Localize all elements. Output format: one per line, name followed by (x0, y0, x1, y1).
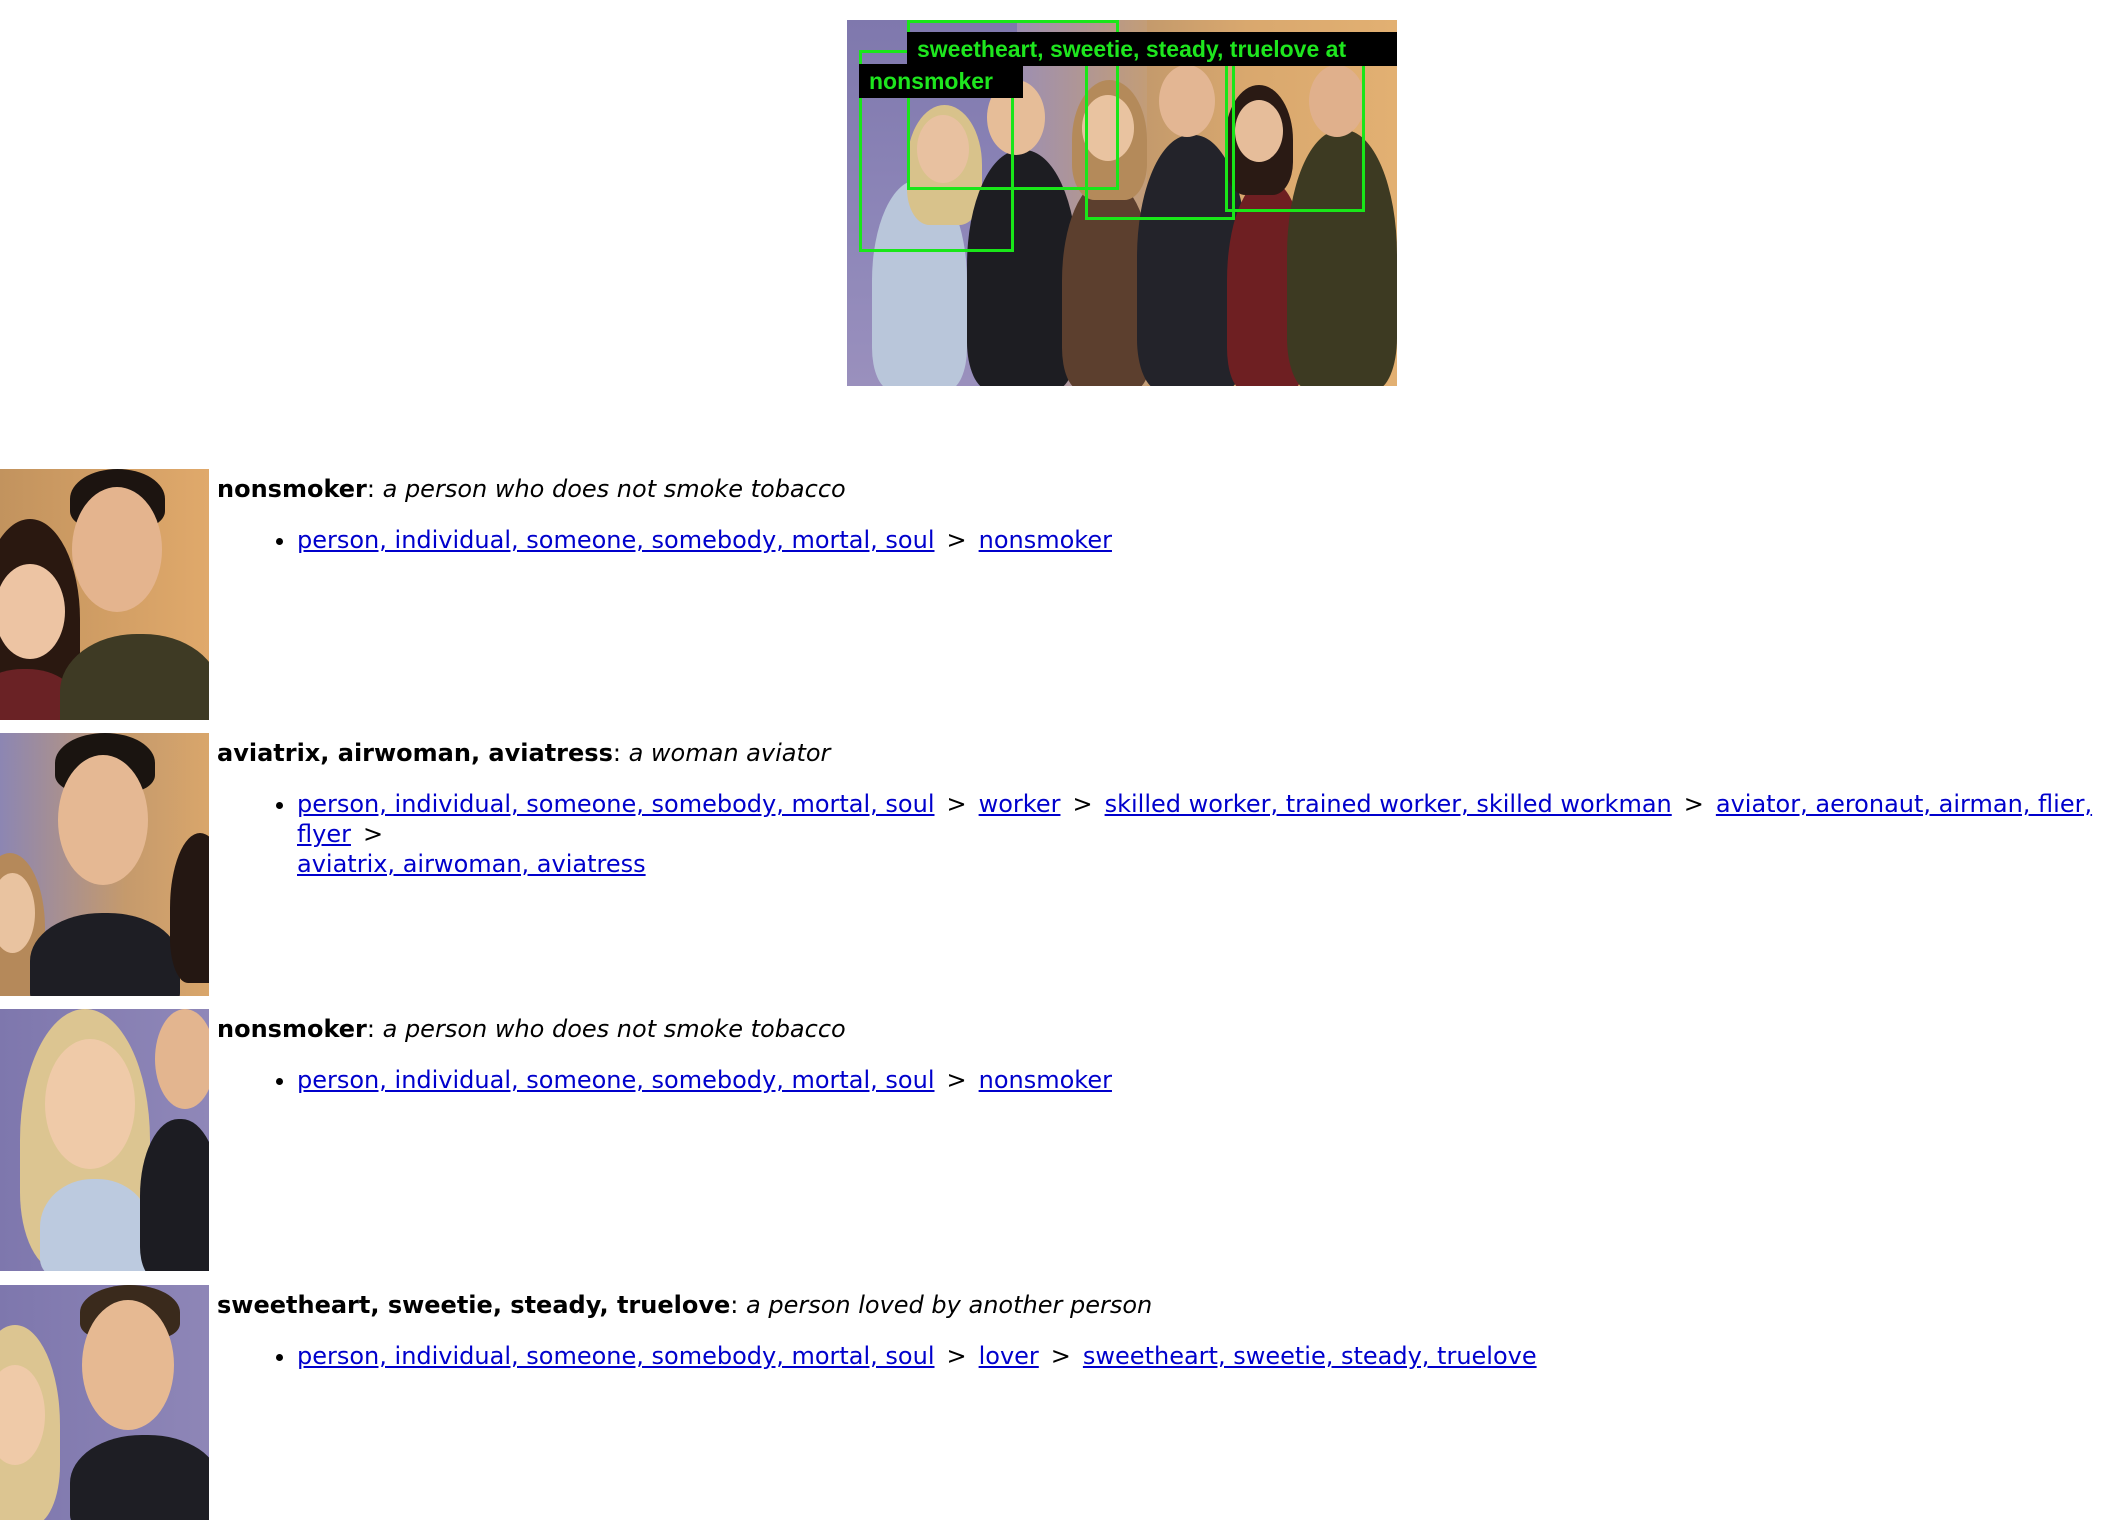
synset-entry: sweetheart, sweetie, steady, truelove: a… (217, 1289, 2128, 1371)
hypernym-path-list: person, individual, someone, somebody, m… (217, 1065, 2128, 1095)
hypernym-path-list: person, individual, someone, somebody, m… (217, 789, 2128, 879)
hypernym-path-list: person, individual, someone, somebody, m… (217, 525, 2128, 555)
synset-gloss: a person who does not smoke tobacco (382, 1015, 846, 1043)
synset-term: aviatrix, airwoman, aviatress (217, 739, 613, 767)
hypernym-link[interactable]: nonsmoker (979, 526, 1112, 554)
hypernym-link[interactable]: aviatrix, airwoman, aviatress (297, 850, 646, 878)
synset-entry: nonsmoker: a person who does not smoke t… (217, 473, 2128, 555)
detection-label-1: sweetheart, sweetie, steady, truelove at (907, 32, 1397, 66)
synset-heading: nonsmoker: a person who does not smoke t… (217, 475, 846, 503)
hypernym-link[interactable]: person, individual, someone, somebody, m… (297, 1342, 935, 1370)
synset-heading: nonsmoker: a person who does not smoke t… (217, 1015, 846, 1043)
detection-box-4 (1225, 56, 1365, 212)
synset-heading: aviatrix, airwoman, aviatress: a woman a… (217, 739, 831, 767)
synset-gloss: a woman aviator (628, 739, 831, 767)
hypernym-path: person, individual, someone, somebody, m… (297, 789, 2128, 879)
synset-heading: sweetheart, sweetie, steady, truelove: a… (217, 1291, 1153, 1319)
synset-term: nonsmoker (217, 475, 367, 503)
face-crop-thumbnail (0, 733, 209, 996)
synset-entry: aviatrix, airwoman, aviatress: a woman a… (217, 737, 2128, 879)
annotated-group-photo: sweetheart, sweetie, steady, truelove at… (847, 20, 1397, 386)
hypernym-link[interactable]: person, individual, someone, somebody, m… (297, 790, 935, 818)
hypernym-path: person, individual, someone, somebody, m… (297, 1065, 2128, 1095)
synset-term: nonsmoker (217, 1015, 367, 1043)
hypernym-link[interactable]: person, individual, someone, somebody, m… (297, 526, 935, 554)
hypernym-link[interactable]: person, individual, someone, somebody, m… (297, 1066, 935, 1094)
hypernym-link[interactable]: skilled worker, trained worker, skilled … (1105, 790, 1672, 818)
hypernym-link[interactable]: sweetheart, sweetie, steady, truelove (1083, 1342, 1537, 1370)
hypernym-link[interactable]: worker (979, 790, 1061, 818)
hypernym-link[interactable]: nonsmoker (979, 1066, 1112, 1094)
hypernym-link[interactable]: lover (979, 1342, 1039, 1370)
synset-gloss: a person loved by another person (746, 1291, 1153, 1319)
synset-term: sweetheart, sweetie, steady, truelove (217, 1291, 731, 1319)
hypernym-path: person, individual, someone, somebody, m… (297, 1341, 2128, 1371)
face-crop-thumbnail (0, 1009, 209, 1271)
detection-label-2: nonsmoker (859, 64, 1023, 98)
detection-box-3 (1085, 54, 1235, 220)
face-crop-thumbnail (0, 1285, 209, 1520)
hypernym-path-list: person, individual, someone, somebody, m… (217, 1341, 2128, 1371)
hypernym-path: person, individual, someone, somebody, m… (297, 525, 2128, 555)
face-crop-thumbnail (0, 469, 209, 720)
synset-gloss: a person who does not smoke tobacco (382, 475, 846, 503)
synset-entry: nonsmoker: a person who does not smoke t… (217, 1013, 2128, 1095)
